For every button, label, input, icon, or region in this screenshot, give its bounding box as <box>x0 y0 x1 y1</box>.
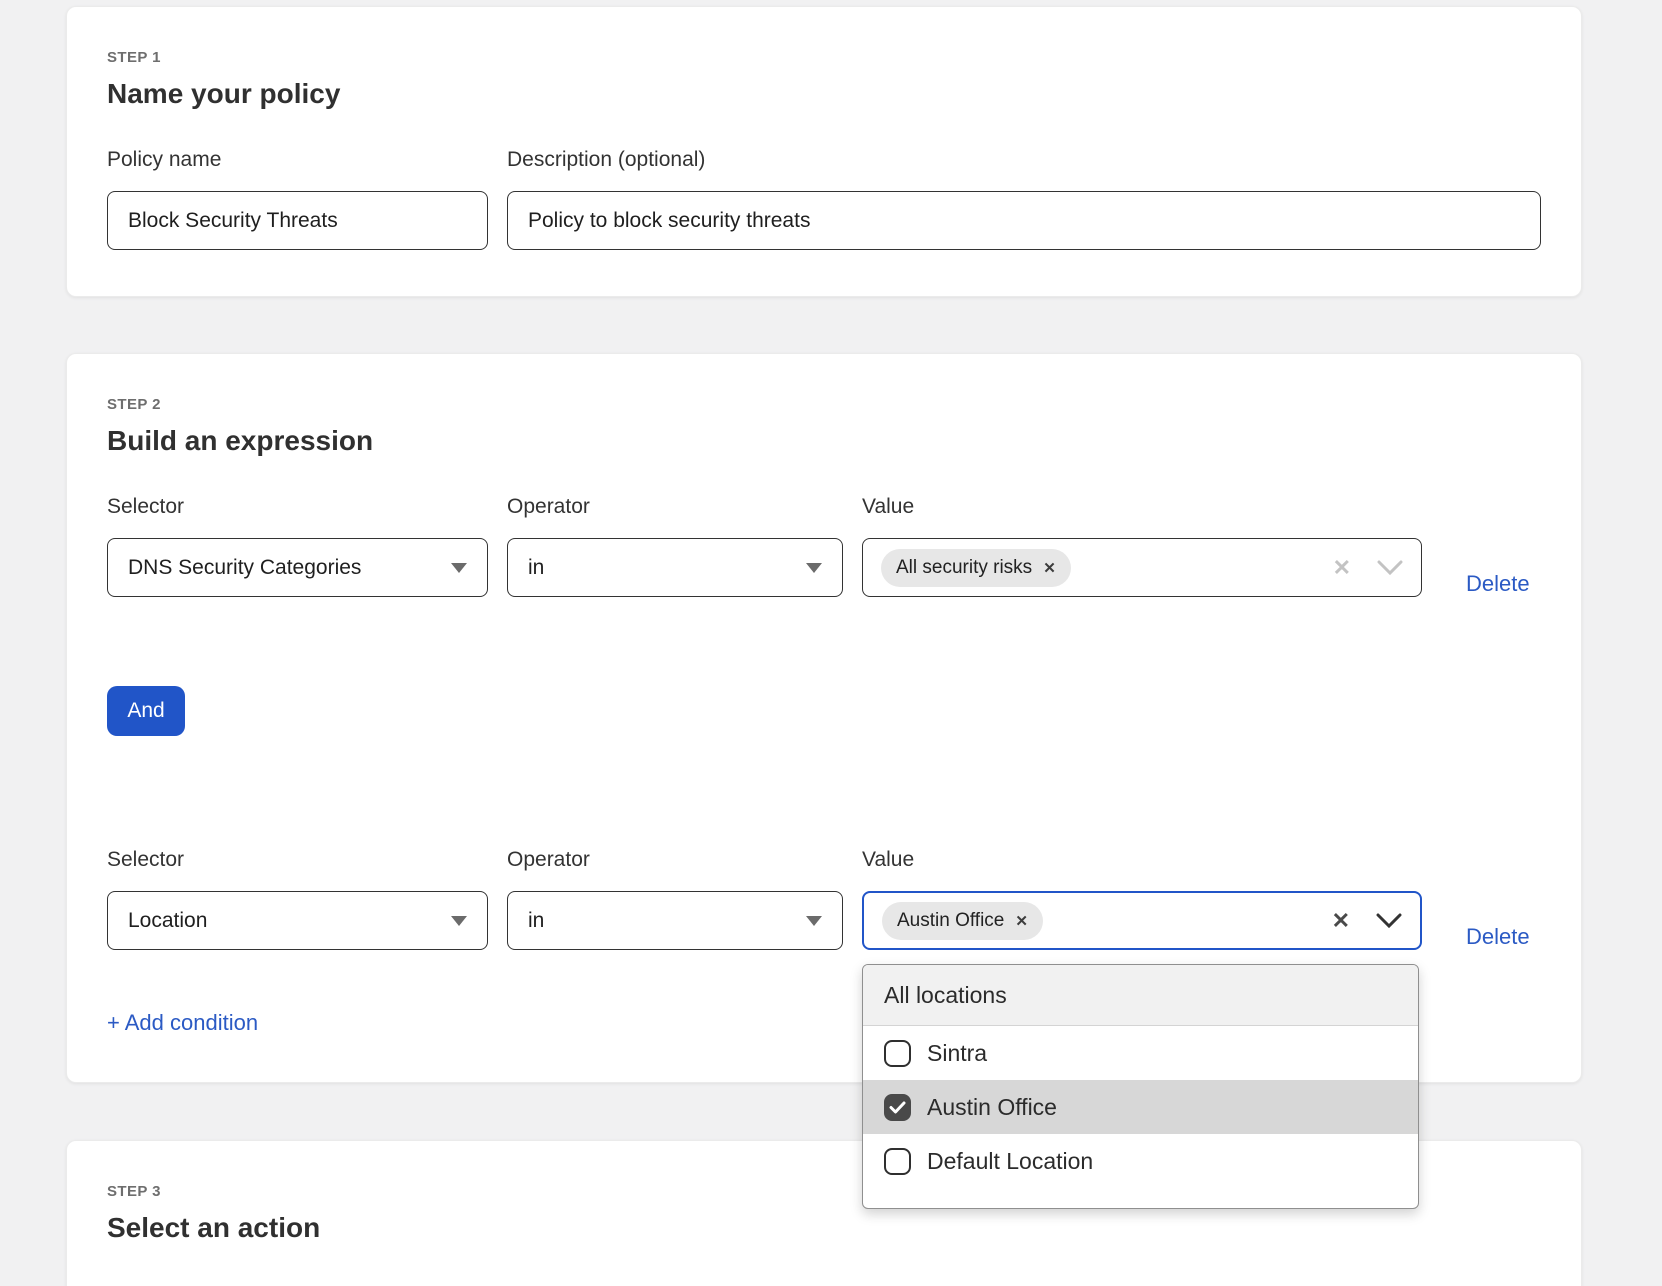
value-wrap-row1: All security risks ✕ ✕ <box>862 538 1422 597</box>
step1-card: STEP 1 Name your policy Policy name Desc… <box>66 6 1582 297</box>
step2-label: STEP 2 <box>107 396 1541 413</box>
add-condition-link[interactable]: + Add condition <box>107 1010 258 1036</box>
dropdown-option-austin-office[interactable]: Austin Office <box>863 1080 1418 1134</box>
clear-icon[interactable]: ✕ <box>1333 557 1351 579</box>
field-icons-row2: ✕ <box>1332 910 1402 932</box>
value-wrap-row2: Austin Office ✕ ✕ All locations <box>862 891 1422 950</box>
and-button[interactable]: And <box>107 686 185 736</box>
policy-name-input[interactable] <box>107 191 488 250</box>
field-icons-row1: ✕ <box>1333 557 1403 579</box>
chip-remove-icon[interactable]: ✕ <box>1043 559 1056 577</box>
step3-title: Select an action <box>107 1212 1541 1244</box>
chip-remove-icon[interactable]: ✕ <box>1015 912 1028 930</box>
checkbox-checked[interactable] <box>884 1094 911 1121</box>
checkbox-unchecked[interactable] <box>884 1040 911 1067</box>
option-label: Default Location <box>927 1148 1093 1175</box>
caret-down-icon <box>451 563 467 573</box>
operator-column: Operator in <box>507 848 843 950</box>
step1-title: Name your policy <box>107 78 1541 110</box>
value-label: Value <box>862 848 1422 872</box>
step2-card: STEP 2 Build an expression Selector DNS … <box>66 353 1582 1083</box>
option-label: Austin Office <box>927 1094 1057 1121</box>
locations-dropdown: All locations Sintra Austin Office Defau… <box>862 964 1419 1209</box>
value-field-row1[interactable]: All security risks ✕ ✕ <box>862 538 1422 597</box>
selector-select-row1[interactable]: DNS Security Categories <box>107 538 488 597</box>
description-label: Description (optional) <box>507 148 1541 172</box>
step2-title: Build an expression <box>107 425 1541 457</box>
chip-label: All security risks <box>896 557 1032 579</box>
selector-value-row1: DNS Security Categories <box>128 556 361 580</box>
dropdown-option-sintra[interactable]: Sintra <box>863 1026 1418 1080</box>
selector-label: Selector <box>107 848 488 872</box>
operator-label: Operator <box>507 495 843 519</box>
chevron-down-icon[interactable] <box>1377 560 1403 576</box>
step1-label: STEP 1 <box>107 49 1541 66</box>
delete-row2-link[interactable]: Delete <box>1466 924 1530 950</box>
value-label: Value <box>862 495 1422 519</box>
operator-column: Operator in <box>507 495 843 597</box>
expression-row-2: Selector Location Operator in Value Aust… <box>107 848 1541 950</box>
selector-label: Selector <box>107 495 488 519</box>
description-group: Description (optional) <box>507 148 1541 250</box>
value-column: Value All security risks ✕ ✕ <box>862 495 1422 597</box>
caret-down-icon <box>806 916 822 926</box>
description-input[interactable] <box>507 191 1541 250</box>
chip-label: Austin Office <box>897 910 1004 932</box>
selector-column: Selector Location <box>107 848 488 950</box>
selector-select-row2[interactable]: Location <box>107 891 488 950</box>
operator-value-row1: in <box>528 556 544 580</box>
clear-icon[interactable]: ✕ <box>1332 910 1350 932</box>
expression-row-1: Selector DNS Security Categories Operato… <box>107 495 1541 597</box>
policy-name-label: Policy name <box>107 148 488 172</box>
caret-down-icon <box>451 916 467 926</box>
policy-name-group: Policy name <box>107 148 488 250</box>
selector-column: Selector DNS Security Categories <box>107 495 488 597</box>
selector-value-row2: Location <box>128 909 207 933</box>
operator-select-row2[interactable]: in <box>507 891 843 950</box>
dropdown-option-default-location[interactable]: Default Location <box>863 1134 1418 1188</box>
value-chip: All security risks ✕ <box>881 549 1071 587</box>
step1-fields-row: Policy name Description (optional) <box>107 148 1541 250</box>
value-chip: Austin Office ✕ <box>882 902 1043 940</box>
option-label: Sintra <box>927 1040 987 1067</box>
chevron-down-icon[interactable] <box>1376 913 1402 929</box>
value-column: Value Austin Office ✕ ✕ A <box>862 848 1422 950</box>
value-field-row2[interactable]: Austin Office ✕ ✕ <box>862 891 1422 950</box>
dropdown-header: All locations <box>863 965 1418 1026</box>
operator-label: Operator <box>507 848 843 872</box>
delete-row1-link[interactable]: Delete <box>1466 571 1530 597</box>
checkbox-unchecked[interactable] <box>884 1148 911 1175</box>
operator-value-row2: in <box>528 909 544 933</box>
caret-down-icon <box>806 563 822 573</box>
checkmark-icon <box>889 1101 906 1114</box>
operator-select-row1[interactable]: in <box>507 538 843 597</box>
